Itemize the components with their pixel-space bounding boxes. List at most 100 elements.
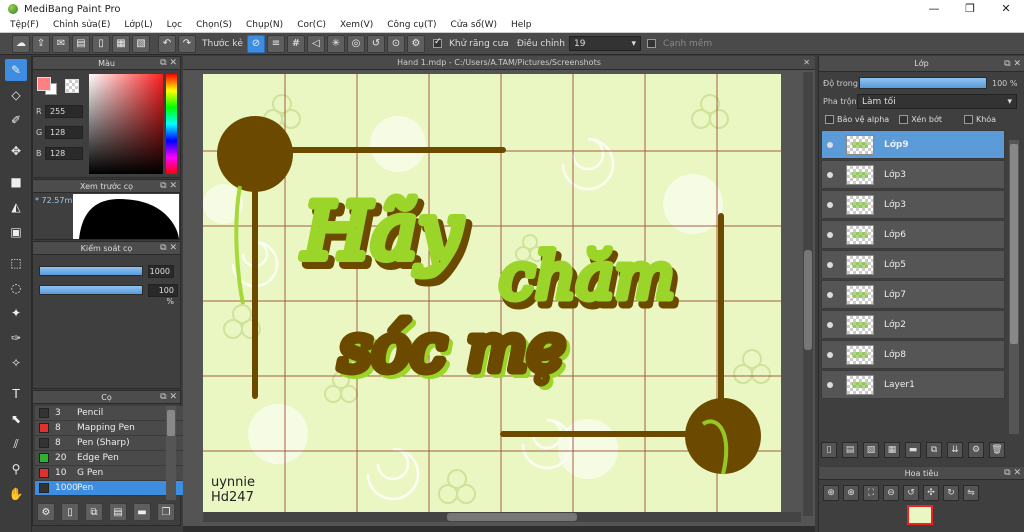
close-icon[interactable]: ✕: [803, 56, 810, 70]
rotate-right-icon[interactable]: ↻: [943, 485, 959, 501]
divide-tool-icon[interactable]: ⫽: [5, 433, 27, 455]
rect-tool-icon[interactable]: ■: [5, 171, 27, 193]
navigator-thumbnail[interactable]: [907, 505, 933, 525]
panel-close-icon[interactable]: ⧉ ✕: [160, 57, 177, 70]
panel-close-icon[interactable]: ⧉ ✕: [1004, 467, 1021, 480]
menu-view[interactable]: Xem(V): [340, 20, 373, 30]
panel-close-icon[interactable]: ⧉ ✕: [1004, 56, 1021, 72]
visibility-eye-icon[interactable]: [827, 231, 833, 238]
new-8bit-layer-icon[interactable]: ▧: [863, 442, 879, 458]
pages-icon[interactable]: ▦: [112, 34, 130, 53]
fit-icon[interactable]: ⛶: [863, 485, 879, 501]
layout-icon[interactable]: ▧: [132, 34, 150, 53]
brush-size-value[interactable]: 1000: [148, 265, 174, 278]
ruler-grid-icon[interactable]: #: [286, 34, 305, 53]
layer-list-scrollbar[interactable]: [1009, 140, 1019, 434]
menu-capture[interactable]: Chụp(N): [246, 20, 283, 30]
layer-row[interactable]: Lớp7: [821, 280, 1005, 309]
menu-layer[interactable]: Lớp(L): [124, 20, 152, 30]
panel-close-icon[interactable]: ⧉ ✕: [160, 391, 177, 404]
layer-row[interactable]: Lớp6: [821, 220, 1005, 249]
softedge-checkbox[interactable]: [646, 39, 656, 48]
menu-file[interactable]: Tệp(F): [10, 20, 39, 30]
magic-wand-icon[interactable]: ✦: [5, 302, 27, 324]
select-tool-icon[interactable]: ⬚: [5, 252, 27, 274]
text-tool-icon[interactable]: T: [5, 383, 27, 405]
new-halftone-layer-icon[interactable]: ▤: [842, 442, 858, 458]
layer-row[interactable]: Lớp9: [821, 130, 1005, 159]
antialias-checkbox[interactable]: [432, 37, 442, 48]
menu-tools[interactable]: Công cụ(T): [387, 20, 436, 30]
duplicate-layer-icon[interactable]: ⧉: [926, 442, 942, 458]
ruler-ellipse-icon[interactable]: ⊙: [386, 34, 405, 53]
canvas-vertical-scrollbar[interactable]: [803, 72, 813, 516]
operation-tool-icon[interactable]: ⬉: [5, 408, 27, 430]
folder-icon[interactable]: ▬: [905, 442, 921, 458]
folder-icon[interactable]: ▬: [133, 503, 151, 521]
hue-slider[interactable]: [166, 74, 177, 174]
hand-tool-icon[interactable]: ✋: [5, 483, 27, 505]
layer-row[interactable]: Lớp8: [821, 340, 1005, 369]
layer-settings-icon[interactable]: ⚙: [968, 442, 984, 458]
g-input[interactable]: 128: [45, 126, 83, 139]
settings-icon[interactable]: ⚙: [37, 503, 55, 521]
panel-close-icon[interactable]: ⧉ ✕: [160, 242, 177, 255]
layer-opacity-slider[interactable]: [859, 77, 987, 89]
layer-row[interactable]: Lớp2: [821, 310, 1005, 339]
new-layer-icon[interactable]: ▯: [821, 442, 837, 458]
rotate-left-icon[interactable]: ↺: [903, 485, 919, 501]
ruler-parallel-icon[interactable]: ≡: [266, 34, 285, 53]
close-button[interactable]: ✕: [988, 0, 1024, 18]
menu-select[interactable]: Chọn(S): [196, 20, 232, 30]
visibility-eye-icon[interactable]: [827, 291, 833, 298]
ruler-radial-icon[interactable]: ✳: [326, 34, 345, 53]
flip-icon[interactable]: ⇋: [963, 485, 979, 501]
fill-tool-icon[interactable]: ◭: [5, 196, 27, 218]
adjust-select[interactable]: 19 ▾: [568, 36, 641, 51]
panel-close-icon[interactable]: ⧉ ✕: [160, 180, 177, 193]
menu-color[interactable]: Cor(C): [297, 20, 326, 30]
zoom-out-icon[interactable]: ⊖: [883, 485, 899, 501]
undo-icon[interactable]: ↶: [158, 34, 176, 53]
eraser-tool-icon[interactable]: ◇: [5, 84, 27, 106]
visibility-eye-icon[interactable]: [827, 171, 833, 178]
visibility-eye-icon[interactable]: [827, 381, 833, 388]
delete-layer-icon[interactable]: 🗑: [989, 442, 1005, 458]
new-1bit-layer-icon[interactable]: ▦: [884, 442, 900, 458]
merge-layer-icon[interactable]: ⇊: [947, 442, 963, 458]
menu-help[interactable]: Help: [511, 20, 532, 30]
redo-icon[interactable]: ↷: [178, 34, 196, 53]
brush-tool-icon[interactable]: ✎: [5, 59, 27, 81]
brush-list-scrollbar[interactable]: [166, 406, 176, 500]
dot-tool-icon[interactable]: ✐: [5, 109, 27, 131]
move-tool-icon[interactable]: ✥: [5, 140, 27, 162]
zoom-in-icon[interactable]: ⊕: [823, 485, 839, 501]
lasso-tool-icon[interactable]: ◌: [5, 277, 27, 299]
visibility-eye-icon[interactable]: [827, 141, 833, 148]
r-input[interactable]: 255: [45, 105, 83, 118]
blend-mode-select[interactable]: Làm tối ▾: [857, 94, 1017, 109]
visibility-eye-icon[interactable]: [827, 261, 833, 268]
export-icon[interactable]: ▤: [109, 503, 127, 521]
brush-opacity-value[interactable]: 100 %: [148, 284, 178, 306]
menu-window[interactable]: Cửa sổ(W): [451, 20, 497, 30]
ruler-settings-icon[interactable]: ⚙: [406, 34, 425, 53]
minimize-button[interactable]: —: [916, 0, 952, 18]
canvas-horizontal-scrollbar[interactable]: [203, 512, 801, 522]
select-pen-icon[interactable]: ✑: [5, 327, 27, 349]
share-icon[interactable]: ⇪: [32, 34, 50, 53]
ruler-off-icon[interactable]: ⊘: [246, 34, 265, 53]
menu-filter[interactable]: Lọc: [167, 20, 182, 30]
layer-row[interactable]: Lớp5: [821, 250, 1005, 279]
brush-size-slider[interactable]: [39, 266, 143, 276]
ruler-perspective-icon[interactable]: ◁: [306, 34, 325, 53]
layer-row[interactable]: Layer1: [821, 370, 1005, 399]
visibility-eye-icon[interactable]: [827, 351, 833, 358]
brush-opacity-slider[interactable]: [39, 285, 143, 295]
actual-size-icon[interactable]: ✣: [923, 485, 939, 501]
layer-row[interactable]: Lớp3: [821, 190, 1005, 219]
gradient-tool-icon[interactable]: ▣: [5, 221, 27, 243]
clipping-checkbox[interactable]: [899, 115, 909, 124]
new-brush-icon[interactable]: ▯: [61, 503, 79, 521]
select-eraser-icon[interactable]: ✧: [5, 352, 27, 374]
